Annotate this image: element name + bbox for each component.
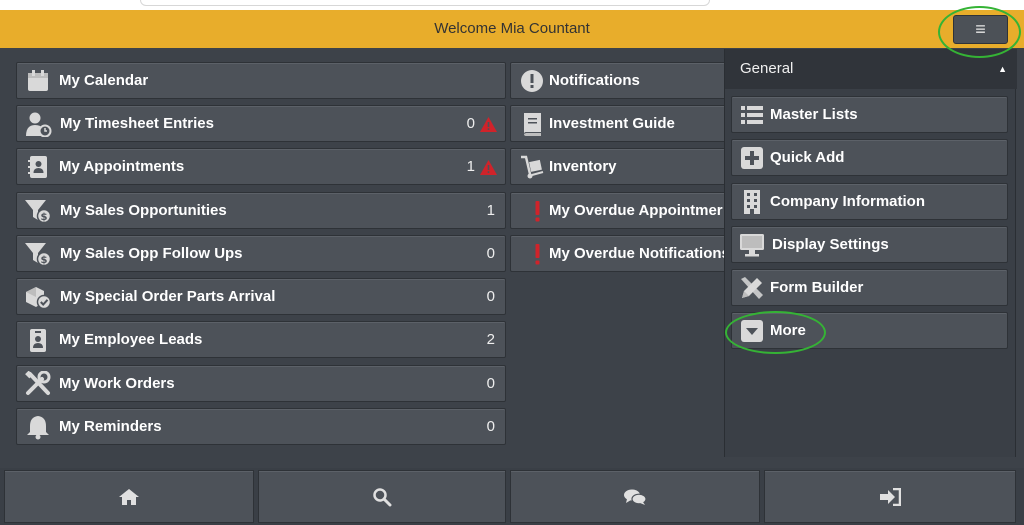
exclamation-icon xyxy=(535,201,540,222)
nav-chat-button[interactable] xyxy=(510,470,760,523)
tile-label: My Employee Leads xyxy=(59,331,203,348)
tile-label: Notifications xyxy=(549,72,640,89)
tile-count: 0 xyxy=(486,418,495,435)
caret-down-box-icon xyxy=(741,320,763,342)
app-window: Welcome Mia Countant ≡ My Calendar My Ti… xyxy=(0,0,1024,525)
tile-label: My Appointments xyxy=(59,158,185,175)
header-bar: Welcome Mia Countant xyxy=(0,10,1024,48)
search-icon xyxy=(373,487,392,506)
tile-count: 0 xyxy=(466,115,475,132)
tile-notifications[interactable]: Notifications xyxy=(510,62,730,99)
menu-item-label: Company Information xyxy=(770,193,926,210)
tile-inventory[interactable]: Inventory xyxy=(510,148,730,185)
menu-item-form-builder[interactable]: Form Builder xyxy=(731,269,1008,306)
panel-title: General xyxy=(740,60,794,77)
hamburger-icon: ≡ xyxy=(975,19,986,39)
menu-item-label: Form Builder xyxy=(770,279,864,296)
nav-home-button[interactable] xyxy=(4,470,254,523)
plus-icon xyxy=(741,147,763,169)
tile-my-sales-opp-follow-ups[interactable]: $ My Sales Opp Follow Ups 0 xyxy=(16,235,506,272)
tile-my-reminders[interactable]: My Reminders 0 xyxy=(16,408,506,445)
panel-header-general[interactable]: General ▲ xyxy=(725,49,1017,89)
tile-count: 0 xyxy=(486,288,495,305)
address-bar[interactable] xyxy=(140,0,710,6)
tile-label: My Special Order Parts Arrival xyxy=(60,288,276,305)
menu-item-master-lists[interactable]: Master Lists xyxy=(731,96,1008,133)
collapse-caret-icon: ▲ xyxy=(998,64,1007,74)
parts-check-icon xyxy=(26,287,52,310)
menu-item-quick-add[interactable]: Quick Add xyxy=(731,139,1008,176)
menu-item-more[interactable]: More xyxy=(731,312,1008,349)
nav-search-button[interactable] xyxy=(258,470,506,523)
funnel-dollar-icon: $ xyxy=(25,243,52,267)
tile-label: Inventory xyxy=(549,158,617,175)
welcome-title: Welcome Mia Countant xyxy=(434,20,590,37)
exclamation-icon xyxy=(535,244,540,265)
tools-icon xyxy=(25,371,51,395)
employee-badge-icon xyxy=(30,329,46,352)
tile-my-appointments[interactable]: My Appointments 1 xyxy=(16,148,506,185)
tile-my-special-order-parts-arrival[interactable]: My Special Order Parts Arrival 0 xyxy=(16,278,506,315)
tile-my-timesheet-entries[interactable]: My Timesheet Entries 0 xyxy=(16,105,506,142)
appointments-icon xyxy=(28,156,47,178)
funnel-dollar-icon: $ xyxy=(25,200,52,224)
tile-label: My Sales Opportunities xyxy=(60,202,227,219)
tile-count: 1 xyxy=(486,202,495,219)
menu-item-label: Quick Add xyxy=(770,149,845,166)
menu-item-company-information[interactable]: Company Information xyxy=(731,183,1008,220)
tile-investment-guide[interactable]: Investment Guide xyxy=(510,105,730,142)
menu-item-display-settings[interactable]: Display Settings xyxy=(731,226,1008,263)
tile-my-overdue-appointments[interactable]: My Overdue Appointmer xyxy=(510,192,730,229)
list-icon xyxy=(741,106,763,124)
tile-my-employee-leads[interactable]: My Employee Leads 2 xyxy=(16,321,506,358)
tile-label: My Overdue Notifications xyxy=(549,245,730,262)
tile-my-sales-opportunities[interactable]: $ My Sales Opportunities 1 xyxy=(16,192,506,229)
nav-logout-button[interactable] xyxy=(764,470,1016,523)
tile-count: 0 xyxy=(486,375,495,392)
tile-my-calendar[interactable]: My Calendar xyxy=(16,62,506,99)
browser-top-strip xyxy=(0,0,1024,10)
building-icon xyxy=(744,190,760,214)
menu-item-label: Master Lists xyxy=(770,106,858,123)
calendar-icon xyxy=(28,70,48,91)
warning-icon xyxy=(480,160,497,175)
tile-label: My Overdue Appointmer xyxy=(549,202,723,219)
hamburger-menu-button[interactable]: ≡ xyxy=(953,15,1008,44)
svg-text:$: $ xyxy=(41,255,48,266)
tile-label: My Work Orders xyxy=(59,375,175,392)
tile-count: 0 xyxy=(486,245,495,262)
tile-label: My Calendar xyxy=(59,72,149,89)
hand-truck-icon xyxy=(521,155,544,179)
monitor-icon xyxy=(740,234,764,257)
tile-label: Investment Guide xyxy=(549,115,675,132)
bell-icon xyxy=(27,416,49,440)
chat-icon xyxy=(624,489,647,505)
exclamation-circle-icon xyxy=(521,70,543,92)
tile-label: My Sales Opp Follow Ups xyxy=(60,245,243,262)
tile-label: My Reminders xyxy=(59,418,162,435)
tile-count: 2 xyxy=(486,331,495,348)
svg-text:$: $ xyxy=(41,212,48,223)
tile-my-work-orders[interactable]: My Work Orders 0 xyxy=(16,365,506,402)
tile-count: 1 xyxy=(466,158,475,175)
logout-icon xyxy=(880,487,901,506)
timesheet-icon xyxy=(26,112,52,137)
warning-icon xyxy=(480,117,497,132)
pencil-ruler-icon xyxy=(741,277,763,299)
menu-item-label: Display Settings xyxy=(772,236,889,253)
tile-label: My Timesheet Entries xyxy=(60,115,214,132)
menu-item-label: More xyxy=(770,322,806,339)
book-icon xyxy=(524,113,541,136)
tile-my-overdue-notifications[interactable]: My Overdue Notifications xyxy=(510,235,730,272)
home-icon xyxy=(119,488,139,505)
